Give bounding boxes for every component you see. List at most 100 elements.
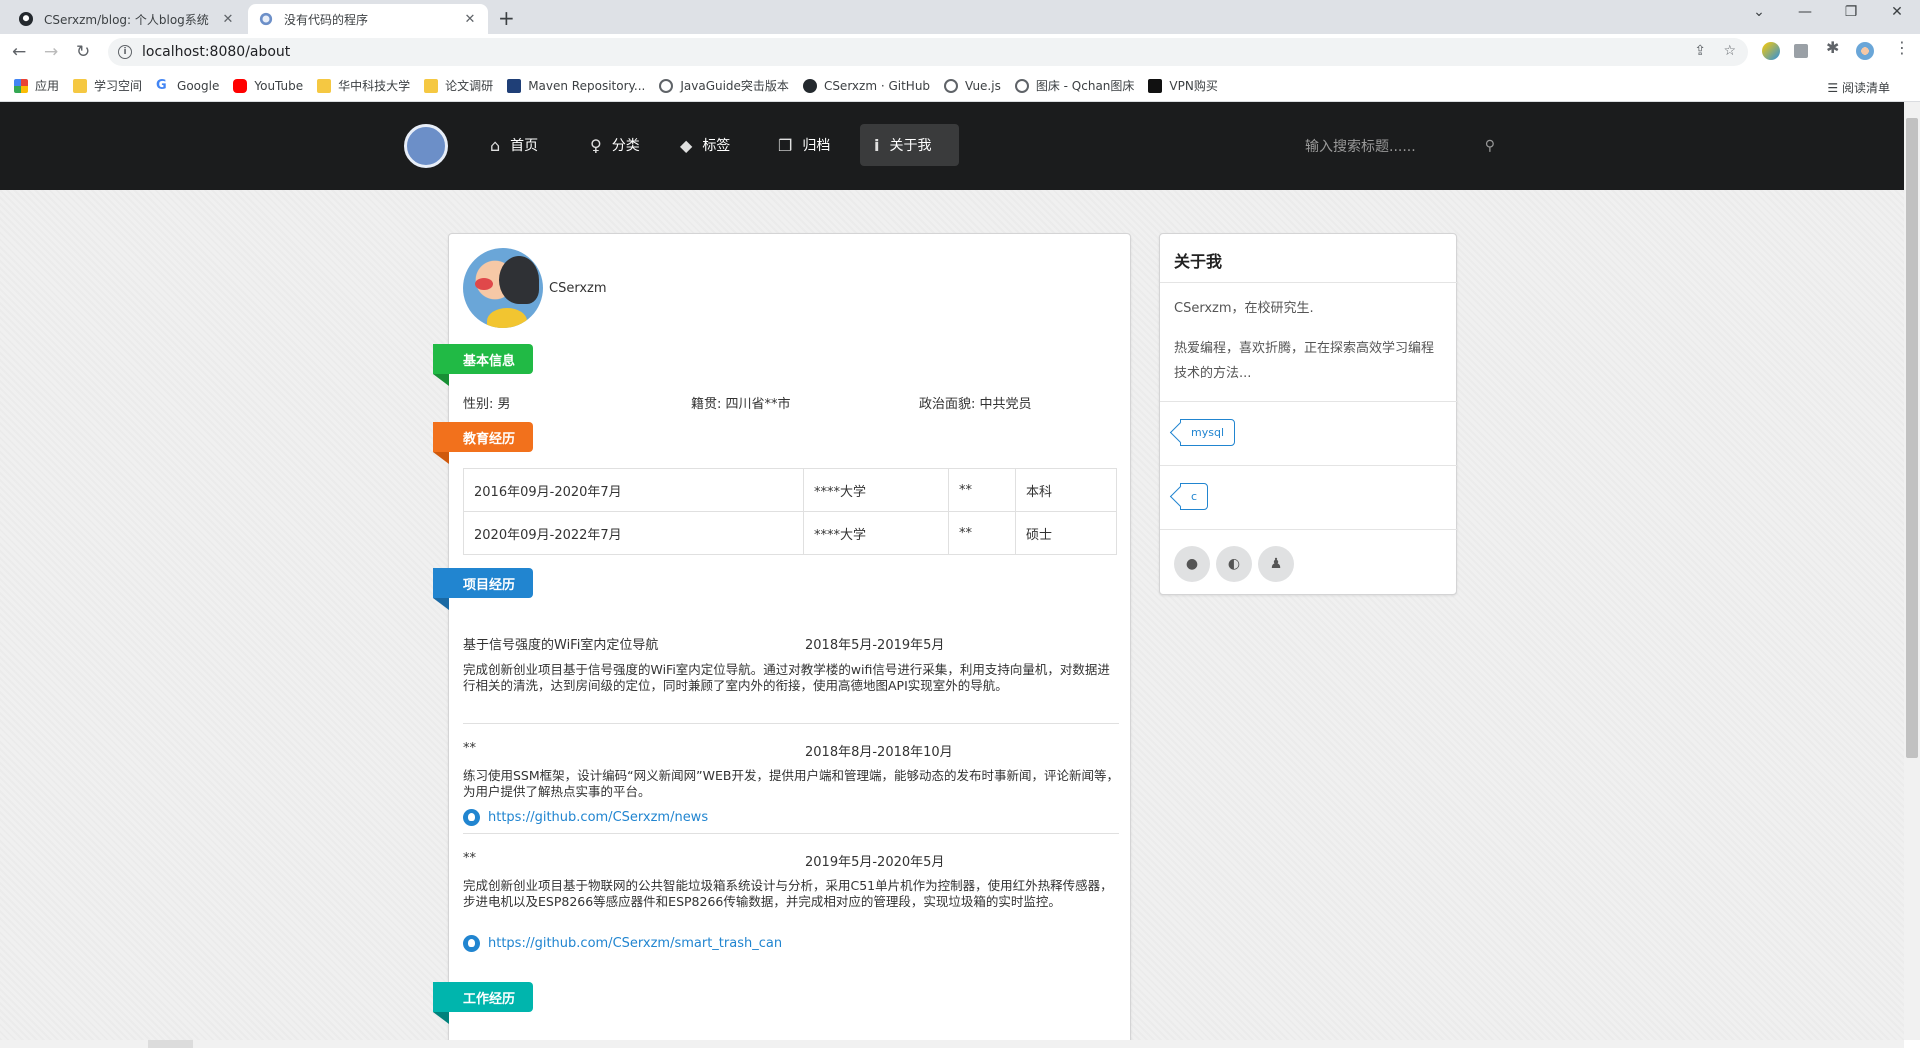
project-date: 2018年8月-2018年10月 xyxy=(805,745,953,760)
nav-home[interactable]: ⌂ 首页 xyxy=(476,124,552,166)
bookmark-label: VPN购买 xyxy=(1169,79,1218,93)
wechat-icon[interactable]: ◐ xyxy=(1216,546,1252,582)
section-ribbon-projects: 项目经历 xyxy=(433,568,534,610)
reload-icon[interactable]: ↻ xyxy=(76,42,90,62)
edu-period: 2020年09月-2022年7月 xyxy=(463,511,804,555)
site-navbar: ⌂ 首页 ♀ 分类 ◆ 标签 ❐ 归档 i 关于我 输入搜索标题...... ⚲ xyxy=(0,102,1904,190)
horizontal-scrollbar[interactable] xyxy=(0,1040,1904,1048)
bookmark-hust[interactable]: 华中科技大学 xyxy=(317,77,410,94)
bookmark-star-icon[interactable]: ☆ xyxy=(1723,43,1736,59)
avatar xyxy=(463,248,543,328)
site-logo[interactable] xyxy=(404,124,448,168)
bookmark-label: YouTube xyxy=(254,78,304,93)
divider xyxy=(1160,282,1458,283)
site-info-icon[interactable]: i xyxy=(118,45,132,59)
project-title: ** xyxy=(463,851,476,866)
youtube-icon xyxy=(233,78,248,93)
search-placeholder: 输入搜索标题...... xyxy=(1305,139,1416,155)
url-input[interactable]: i localhost:8080/about ⇪ ☆ xyxy=(108,38,1748,66)
profile-avatar[interactable] xyxy=(1856,42,1874,60)
project-title: ** xyxy=(463,741,476,756)
archive-icon: ❐ xyxy=(778,135,793,155)
tags-icon: ◆ xyxy=(680,135,693,155)
link-text: https://github.com/CSerxzm/news xyxy=(488,810,709,825)
tag-mysql[interactable]: mysql xyxy=(1180,419,1235,446)
divider xyxy=(1160,529,1458,530)
back-icon[interactable]: ← xyxy=(12,42,26,62)
side-title: 关于我 xyxy=(1174,252,1223,271)
minimize-button[interactable]: — xyxy=(1782,4,1828,20)
section-ribbon-work: 工作经历 xyxy=(433,982,534,1024)
home-icon: ⌂ xyxy=(490,135,501,155)
globe-icon xyxy=(1014,78,1029,93)
address-bar-row: ← → ↻ i localhost:8080/about ⇪ ☆ xyxy=(0,34,1920,70)
side-intro-detail: 热爱编程，喜欢折腾，正在探索高效学习编程技术的方法... xyxy=(1174,341,1435,381)
qq-icon[interactable]: ♟ xyxy=(1258,546,1294,582)
project-github-link[interactable]: https://github.com/CSerxzm/news xyxy=(463,809,708,826)
browser-tab-bar: CSerxzm/blog: 个人blog系统 ✕ 没有代码的程序 ✕ + ⌄ —… xyxy=(0,0,1920,34)
search-input[interactable]: 输入搜索标题...... ⚲ xyxy=(1305,128,1495,164)
bookmark-maven[interactable]: Maven Repository... xyxy=(507,78,645,93)
nav-about[interactable]: i 关于我 xyxy=(860,124,959,166)
bookmark-vpn[interactable]: VPN购买 xyxy=(1148,77,1218,94)
browser-tab-github[interactable]: CSerxzm/blog: 个人blog系统 ✕ xyxy=(8,4,246,34)
scrollbar-thumb[interactable] xyxy=(1906,118,1918,758)
nav-archive[interactable]: ❐ 归档 xyxy=(764,124,844,166)
bookmark-label: 论文调研 xyxy=(445,79,494,93)
menu-icon[interactable]: ⋮ xyxy=(1894,38,1912,57)
url-text: localhost:8080/about xyxy=(142,44,291,60)
edu-degree: 本科 xyxy=(1015,468,1117,512)
browser-tab-blog[interactable]: 没有代码的程序 ✕ xyxy=(248,4,488,34)
bookmark-github[interactable]: CSerxzm · GitHub xyxy=(802,78,930,93)
bookmark-study[interactable]: 学习空间 xyxy=(73,77,142,94)
bookmark-label: 华中科技大学 xyxy=(338,79,411,93)
apps-icon xyxy=(14,78,28,93)
nav-categories[interactable]: ♀ 分类 xyxy=(576,124,654,166)
project-date: 2019年5月-2020年5月 xyxy=(805,855,945,870)
extensions-puzzle-icon[interactable]: ✱ xyxy=(1826,38,1844,57)
extension-filter-icon[interactable] xyxy=(1794,44,1808,58)
reading-list-button[interactable]: ☰ 阅读清单 xyxy=(1827,79,1890,96)
divider xyxy=(463,723,1119,724)
github-icon xyxy=(463,809,480,826)
edu-major: ** xyxy=(948,511,1016,555)
reading-list-icon: ☰ xyxy=(1827,81,1842,95)
github-icon[interactable]: ● xyxy=(1174,546,1210,582)
edu-period: 2016年09月-2020年7月 xyxy=(463,468,804,512)
section-ribbon-basic: 基本信息 xyxy=(433,344,534,386)
project-date: 2018年5月-2019年5月 xyxy=(805,638,945,653)
tab-search-icon[interactable]: ⌄ xyxy=(1736,4,1782,20)
close-tab-icon[interactable]: ✕ xyxy=(220,12,236,27)
close-tab-icon[interactable]: ✕ xyxy=(462,12,478,27)
side-intro: CSerxzm，在校研究生. xyxy=(1174,301,1314,316)
share-icon[interactable]: ⇪ xyxy=(1694,43,1706,59)
reading-list-label: 阅读清单 xyxy=(1841,81,1890,95)
project-github-link[interactable]: https://github.com/CSerxzm/smart_trash_c… xyxy=(463,935,782,952)
nav-tags[interactable]: ◆ 标签 xyxy=(666,124,744,166)
bookmark-youtube[interactable]: YouTube xyxy=(233,78,304,93)
bookmark-qchan[interactable]: 图床 - Qchan图床 xyxy=(1014,77,1135,94)
restore-button[interactable]: ❐ xyxy=(1828,4,1874,20)
section-ribbon-education: 教育经历 xyxy=(433,422,534,464)
forward-icon[interactable]: → xyxy=(44,42,58,62)
education-table: 2016年09月-2020年7月 ****大学 ** 本科 2020年09月-2… xyxy=(463,468,1117,555)
folder-icon xyxy=(73,78,88,93)
close-window-button[interactable]: ✕ xyxy=(1874,4,1920,20)
new-tab-button[interactable]: + xyxy=(498,6,515,30)
nav-label: 关于我 xyxy=(889,138,932,154)
bookmark-label: 图床 - Qchan图床 xyxy=(1035,79,1135,93)
tag-c[interactable]: c xyxy=(1180,483,1209,510)
bookmark-apps[interactable]: 应用 xyxy=(14,77,59,94)
search-icon[interactable]: ⚲ xyxy=(1485,138,1495,154)
divider xyxy=(463,833,1119,834)
bookmark-javaguide[interactable]: JavaGuide突击版本 xyxy=(659,77,789,94)
bookmark-google[interactable]: G Google xyxy=(156,78,219,93)
divider xyxy=(1160,465,1458,466)
basic-politics: 政治面貌: 中共党员 xyxy=(919,397,1032,412)
horizontal-scrollbar-thumb[interactable] xyxy=(148,1040,193,1048)
bookmark-vue[interactable]: Vue.js xyxy=(944,78,1001,93)
about-main-card: CSerxzm 基本信息 性别: 男 籍贯: 四川省**市 政治面貌: 中共党员… xyxy=(433,233,1131,1040)
extension-icon[interactable] xyxy=(1762,42,1780,60)
bookmark-papers[interactable]: 论文调研 xyxy=(424,77,493,94)
tag-label: mysql xyxy=(1191,426,1224,439)
